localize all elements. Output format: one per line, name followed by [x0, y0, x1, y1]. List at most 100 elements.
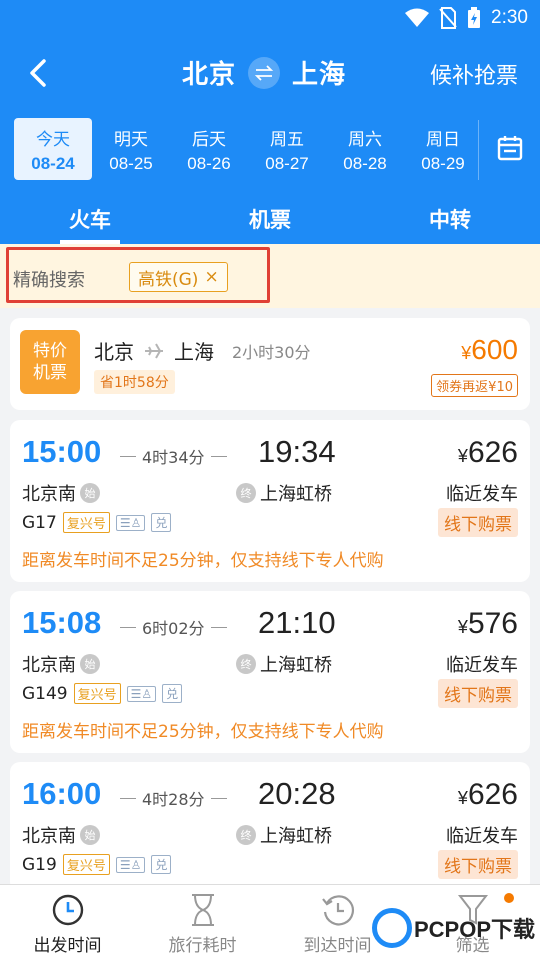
- duration-text: 4时28分: [142, 790, 205, 809]
- ticket-price: ¥626: [458, 436, 518, 470]
- swap-icon[interactable]: [248, 56, 281, 89]
- badge-line: 机票: [33, 363, 67, 383]
- departure-time: 16:00: [22, 776, 102, 811]
- seat-info-icon: ☰♙: [126, 685, 157, 702]
- duration-text: 6时02分: [142, 619, 205, 638]
- departure-status: 临近发车: [446, 655, 518, 676]
- exchange-icon: 兑: [151, 513, 172, 532]
- watermark-logo-icon: [372, 908, 412, 948]
- travel-duration: 4时34分: [120, 444, 227, 468]
- train-type-badge: 复兴号: [62, 854, 110, 875]
- back-arrow-icon[interactable]: [24, 58, 54, 88]
- origin-tag: 始: [80, 483, 100, 503]
- arrival-time: 19:34: [258, 434, 336, 469]
- date-item[interactable]: 周六 08-28: [326, 118, 404, 180]
- origin-tag: 始: [80, 654, 100, 674]
- coupon-tag[interactable]: 领券再返¥10: [431, 374, 518, 397]
- train-card[interactable]: 16:00 4时28分 20:28 ¥626 北京南始 终上海虹桥 临近发车 G…: [10, 762, 530, 892]
- header: 2:30 北京 上海 候补抢票 今天 08-24 明天 08-25 后天 08-…: [0, 0, 540, 244]
- date-week: 后天: [192, 129, 226, 150]
- time-saved-tag: 省1时58分: [94, 370, 175, 394]
- ticket-price: ¥576: [458, 607, 518, 641]
- price-value: 626: [467, 778, 518, 811]
- date-value: 08-24: [31, 153, 75, 173]
- exchange-icon: 兑: [151, 855, 172, 874]
- train-info: G17 复兴号 ☰♙ 兑: [22, 512, 172, 533]
- date-week: 周六: [348, 129, 382, 150]
- clock-back-icon: [321, 895, 354, 926]
- flight-offer-card[interactable]: 特价 机票 北京 上海 2小时30分 省1时58分 ¥600 领券再返¥10: [10, 318, 530, 410]
- terminal-tag: 终: [236, 483, 256, 503]
- arrival-time: 20:28: [258, 776, 336, 811]
- nav-bar: 北京 上海 候补抢票: [0, 48, 540, 100]
- departure-status: 临近发车: [446, 484, 518, 505]
- seat-info-icon: ☰♙: [115, 856, 146, 873]
- offline-purchase-button[interactable]: 线下购票: [438, 508, 518, 537]
- departure-time: 15:08: [22, 605, 102, 640]
- calendar-icon[interactable]: [496, 134, 524, 162]
- date-item[interactable]: 周日 08-29: [404, 118, 482, 180]
- hourglass-icon: [191, 894, 214, 926]
- airplane-icon: [145, 343, 163, 358]
- arrival-time: 21:10: [258, 605, 336, 640]
- date-week: 明天: [114, 129, 148, 150]
- sort-departure-time[interactable]: 出发时间: [0, 885, 135, 960]
- waitlist-button[interactable]: 候补抢票: [430, 58, 518, 90]
- train-number: G17: [22, 512, 57, 533]
- watermark: PCPOP下载: [372, 908, 535, 948]
- close-icon[interactable]: ×: [204, 267, 218, 287]
- filter-chip-high-speed[interactable]: 高铁(G) ×: [129, 262, 228, 292]
- station-name: 北京南: [22, 484, 76, 505]
- tab-flight[interactable]: 机票: [180, 196, 360, 244]
- purchase-notice: 距离发车时间不足25分钟，仅支持线下专人代购: [22, 551, 384, 571]
- date-value: 08-26: [187, 153, 231, 173]
- notification-dot: [504, 893, 514, 903]
- duration-text: 4时34分: [142, 448, 205, 467]
- date-value: 08-25: [109, 153, 153, 173]
- price-value: 626: [467, 436, 518, 469]
- origin-tag: 始: [80, 825, 100, 845]
- station-name: 北京南: [22, 826, 76, 847]
- sort-label: 出发时间: [33, 936, 102, 956]
- to-city[interactable]: 上海: [292, 54, 346, 91]
- badge-line: 特价: [33, 341, 67, 361]
- flight-price: ¥600: [461, 334, 518, 366]
- train-card[interactable]: 15:08 6时02分 21:10 ¥576 北京南始 终上海虹桥 临近发车 G…: [10, 591, 530, 753]
- departure-time: 15:00: [22, 434, 102, 469]
- offline-purchase-button[interactable]: 线下购票: [438, 850, 518, 879]
- train-number: G149: [22, 683, 68, 704]
- train-card[interactable]: 15:00 4时34分 19:34 ¥626 北京南始 终上海虹桥 临近发车 G…: [10, 420, 530, 582]
- clock-icon: [52, 894, 83, 926]
- no-sim-icon: [439, 7, 457, 29]
- date-strip: 今天 08-24 明天 08-25 后天 08-26 周五 08-27 周六 0…: [14, 118, 484, 182]
- flight-duration: 2小时30分: [232, 342, 311, 362]
- from-station: 北京南始: [22, 480, 100, 506]
- date-item-today[interactable]: 今天 08-24: [14, 118, 92, 180]
- route-selector[interactable]: 北京 上海: [182, 54, 346, 91]
- ticket-price: ¥626: [458, 778, 518, 812]
- currency-symbol: ¥: [457, 446, 468, 466]
- terminal-tag: 终: [236, 825, 256, 845]
- terminal-tag: 终: [236, 654, 256, 674]
- exchange-icon: 兑: [162, 684, 183, 703]
- date-item[interactable]: 明天 08-25: [92, 118, 170, 180]
- train-type-badge: 复兴号: [62, 512, 110, 533]
- offline-purchase-button[interactable]: 线下购票: [438, 679, 518, 708]
- flight-from: 北京: [94, 340, 134, 364]
- travel-duration: 4时28分: [120, 786, 227, 810]
- date-week: 周五: [270, 129, 304, 150]
- sort-travel-duration[interactable]: 旅行耗时: [135, 885, 270, 960]
- train-info: G19 复兴号 ☰♙ 兑: [22, 854, 172, 875]
- date-item[interactable]: 周五 08-27: [248, 118, 326, 180]
- to-station: 终上海虹桥: [236, 822, 332, 848]
- purchase-notice: 距离发车时间不足25分钟，仅支持线下专人代购: [22, 722, 384, 742]
- status-bar: 2:30: [405, 6, 528, 30]
- date-value: 08-29: [421, 153, 465, 173]
- travel-duration: 6时02分: [120, 615, 227, 639]
- tab-transfer[interactable]: 中转: [360, 196, 540, 244]
- clock-time: 2:30: [491, 7, 528, 28]
- station-name: 上海虹桥: [260, 655, 332, 676]
- from-city[interactable]: 北京: [182, 54, 236, 91]
- tab-train[interactable]: 火车: [0, 196, 180, 244]
- date-item[interactable]: 后天 08-26: [170, 118, 248, 180]
